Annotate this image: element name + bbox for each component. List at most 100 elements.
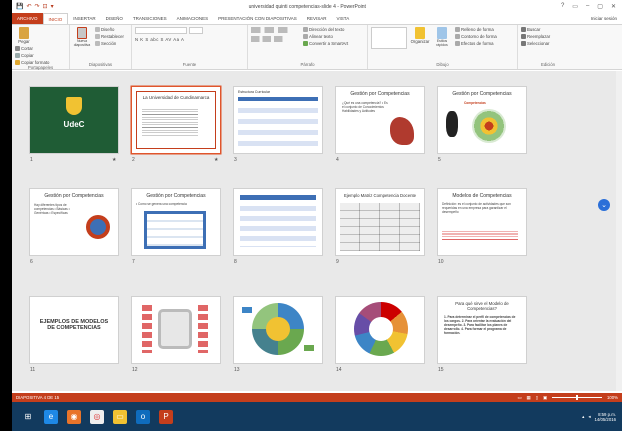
clock[interactable]: 8:59 p.m. 14/05/2016 (594, 412, 616, 422)
presentation-icon[interactable]: ⊡ (43, 3, 48, 10)
slide-thumbnail[interactable]: Ejemplo Matriz Competencia Docente (336, 189, 424, 255)
tab-vista[interactable]: VISTA (332, 13, 355, 24)
ribbon-tabs: ARCHIVO INICIO INSERTAR DISEÑO TRANSICIO… (12, 13, 622, 24)
group-label: Párrafo (300, 62, 315, 67)
slide-thumbnail[interactable]: Gestión por Competencias ¿Qué es una com… (336, 87, 424, 153)
slide-thumbnail[interactable]: Gestión por Competencias Competencias (438, 87, 526, 153)
slide-number: 11 (30, 367, 36, 373)
slide-sorter-view-icon[interactable]: ▦ (527, 395, 531, 401)
network-icon[interactable]: ▴ (582, 414, 584, 420)
slide-thumbnail[interactable]: Gestión por Competencias • Como se gener… (132, 189, 220, 255)
chrome-icon[interactable]: ◎ (90, 409, 104, 424)
tab-insertar[interactable]: INSERTAR (68, 13, 100, 24)
find-button[interactable]: Buscar (521, 27, 550, 32)
vertical-scrollbar[interactable] (616, 71, 622, 391)
slide-number: 15 (438, 367, 444, 373)
replace-button[interactable]: Reemplazar (521, 34, 550, 39)
slideshow-view-icon[interactable]: ▣ (543, 395, 547, 401)
volume-icon[interactable]: ◂ (588, 414, 590, 420)
align-text-button[interactable]: Alinear texto (303, 34, 348, 39)
minimize-button[interactable]: – (586, 3, 589, 10)
slide-title: Gestión por Competencias (44, 193, 104, 199)
sign-in-link[interactable]: Iniciar sesión (591, 16, 622, 21)
view-buttons: ▭ ▦ ▯ ▣ 100% (517, 395, 618, 401)
shapes-gallery[interactable] (371, 27, 407, 49)
help-button[interactable]: ? (561, 3, 564, 10)
slide-body: • Como se genera una competencia (136, 202, 187, 206)
competency-circle (86, 215, 110, 239)
slide-thumbnail[interactable]: Gestión por Competencias Hay diferentes … (30, 189, 118, 255)
new-slide-button[interactable]: Nueva diapositiva (73, 27, 91, 47)
slide-thumbnail[interactable]: Estructura Curricular (234, 87, 322, 153)
slide-number: 13 (234, 367, 240, 373)
select-button[interactable]: Seleccionar (521, 41, 550, 46)
quick-styles-button[interactable]: Estilos rápidos (433, 27, 451, 49)
tab-archivo[interactable]: ARCHIVO (12, 13, 43, 24)
copy-button[interactable]: Copiar (15, 53, 49, 58)
reset-button[interactable]: Restablecer (95, 34, 124, 39)
tab-transiciones[interactable]: TRANSICIONES (128, 13, 172, 24)
zoom-slider[interactable] (552, 395, 602, 400)
slide-title: La Universidad de Cundinamarca (142, 95, 210, 100)
window-controls: ? ▭ – ▢ ✕ (561, 3, 622, 10)
scroll-down-button[interactable]: ⌄ (598, 199, 610, 211)
text-direction-button[interactable]: Dirección del texto (303, 27, 348, 32)
tab-animaciones[interactable]: ANIMACIONES (172, 13, 214, 24)
slide-thumbnail[interactable] (336, 297, 424, 363)
slide-thumbnail[interactable] (234, 297, 322, 363)
shape-fill-button[interactable]: Relleno de forma (455, 27, 497, 32)
fill-icon (455, 27, 460, 32)
arrange-button[interactable]: Organizar (411, 27, 429, 49)
paste-button[interactable]: Pegar (15, 27, 33, 44)
slide-thumbnail[interactable]: La Universidad de Cundinamarca (132, 87, 220, 153)
cut-button[interactable]: Cortar (15, 46, 49, 51)
outlook-icon[interactable]: o (136, 409, 150, 424)
new-slide-label: Nueva diapositiva (73, 39, 91, 47)
group-dibujo: Organizar Estilos rápidos Relleno de for… (368, 25, 518, 69)
layout-button[interactable]: Diseño (95, 27, 124, 32)
slide-thumbnail[interactable]: UdeC (30, 87, 118, 153)
ribbon-display-button[interactable]: ▭ (572, 3, 578, 10)
tab-revisar[interactable]: REVISAR (302, 13, 332, 24)
section-button[interactable]: Sección (95, 41, 124, 46)
tab-presentacion[interactable]: PRESENTACIÓN CON DIAPOSITIVAS (213, 13, 302, 24)
slide-title: Estructura Curricular (238, 90, 271, 94)
powerpoint-icon[interactable]: P (159, 409, 173, 424)
zoom-level[interactable]: 100% (607, 395, 618, 400)
slide-number: 3 (234, 157, 237, 163)
align-text-label: Alinear texto (309, 34, 333, 39)
tab-inicio[interactable]: INICIO (42, 13, 69, 24)
font-size-select[interactable] (189, 27, 203, 34)
slide-thumbnail[interactable] (234, 189, 322, 255)
maximize-button[interactable]: ▢ (597, 3, 603, 10)
group-label: Dibujo (436, 62, 449, 67)
shape-effects-button[interactable]: Efectos de forma (455, 41, 497, 46)
powerpoint-window: 💾 ↶ ↷ ⊡ ▾ universidad quinti competencia… (12, 0, 622, 431)
slide-thumbnail[interactable]: Para qué sirve el Modelo de Competencias… (438, 297, 526, 363)
file-explorer-icon[interactable]: ▭ (113, 409, 127, 424)
firefox-icon[interactable]: ◉ (67, 409, 81, 424)
ribbon: Pegar Cortar Copiar Copiar formato Porta… (12, 24, 622, 70)
slide-number: 9 (336, 259, 339, 265)
edge-icon[interactable]: e (44, 409, 58, 424)
slide-thumbnail[interactable]: EJEMPLOS DE MODELOS DE COMPETENCIAS (30, 297, 118, 363)
reading-view-icon[interactable]: ▯ (536, 395, 538, 401)
windows-start-icon[interactable]: ⊞ (21, 410, 35, 424)
smartart-button[interactable]: Convertir a SmartArt (303, 41, 348, 46)
shape-outline-button[interactable]: Contorno de forma (455, 34, 497, 39)
close-button[interactable]: ✕ (611, 3, 616, 10)
align-buttons[interactable] (251, 36, 299, 42)
font-format-buttons[interactable]: N K S abc S AV Aa A (135, 37, 203, 42)
shield-icon (66, 97, 82, 115)
tab-diseno[interactable]: DISEÑO (101, 13, 128, 24)
slide-thumbnail[interactable]: Modelos de Competencias Definición: es e… (438, 189, 526, 255)
slide-thumbnail[interactable] (132, 297, 220, 363)
save-icon[interactable]: 💾 (16, 3, 23, 10)
slide-number: 10 (438, 259, 444, 265)
undo-icon[interactable]: ↶ (26, 3, 31, 10)
normal-view-icon[interactable]: ▭ (517, 395, 521, 401)
quick-styles-label: Estilos rápidos (436, 39, 448, 47)
list-buttons[interactable] (251, 27, 299, 33)
font-name-select[interactable] (135, 27, 187, 34)
redo-icon[interactable]: ↷ (35, 3, 40, 10)
